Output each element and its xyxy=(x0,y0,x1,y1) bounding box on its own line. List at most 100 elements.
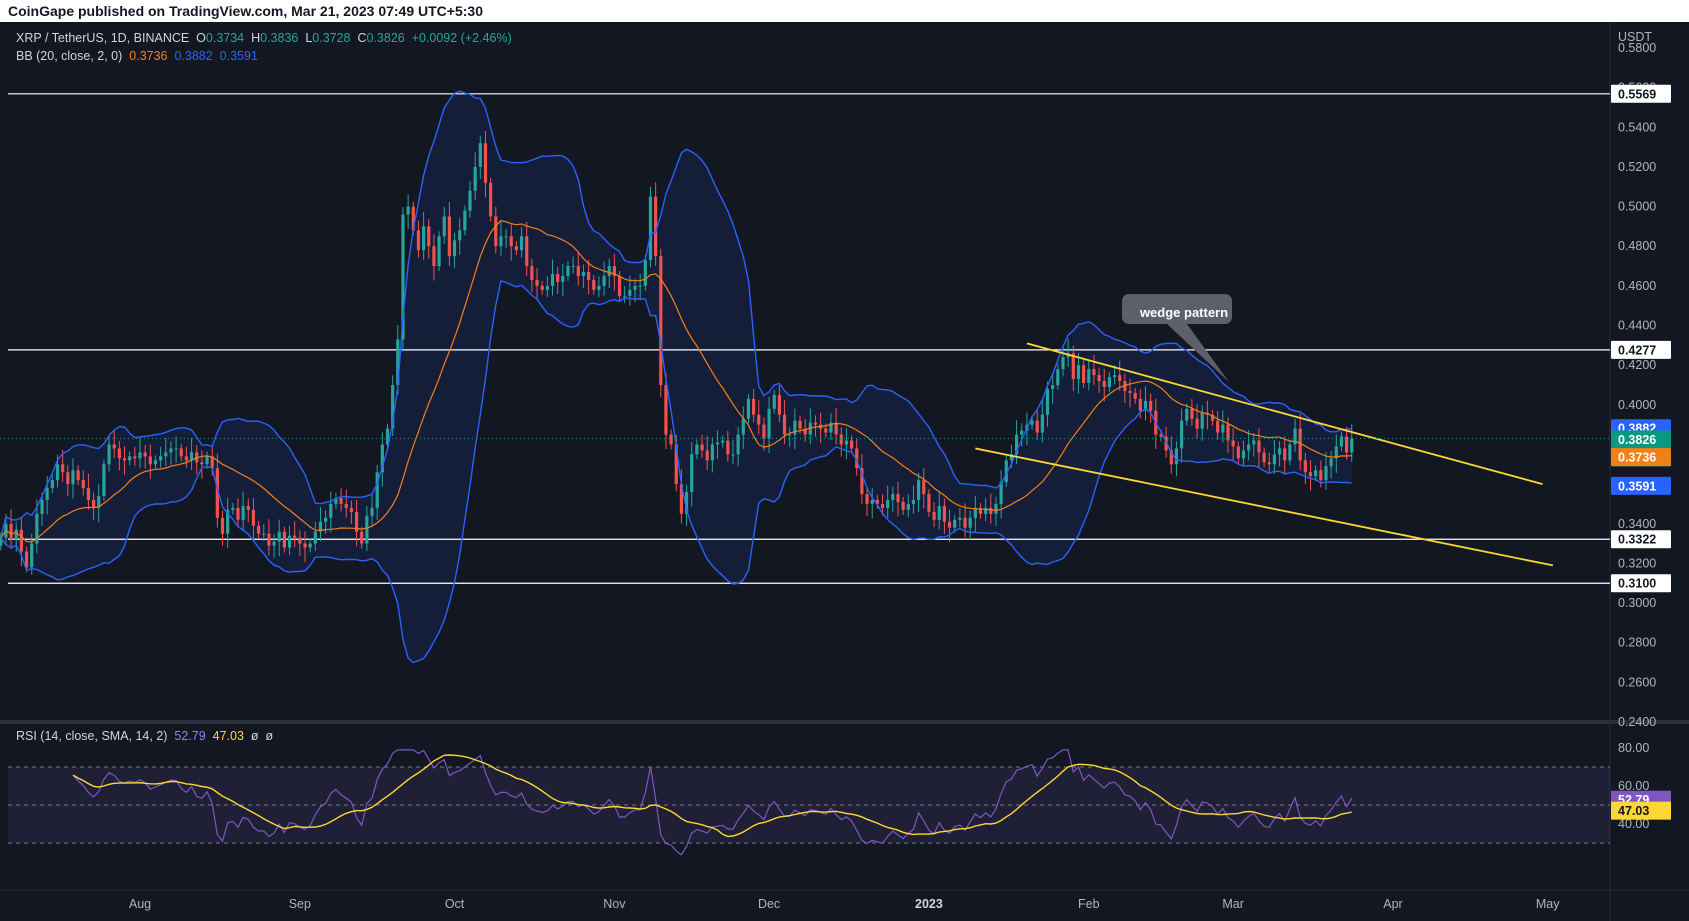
candle-body xyxy=(138,452,142,459)
candle-body xyxy=(1185,408,1189,421)
time-tick-label: Dec xyxy=(758,897,780,911)
time-tick-label: Apr xyxy=(1383,897,1402,911)
candle-body xyxy=(623,295,627,297)
candle-body xyxy=(746,398,751,419)
price-tick-label: 0.5200 xyxy=(1618,160,1656,174)
candle-body xyxy=(757,414,761,425)
candle-body xyxy=(958,517,962,520)
candle-body xyxy=(293,535,297,538)
candle-body xyxy=(927,494,931,512)
candle-body xyxy=(1200,412,1204,429)
time-tick-label: Aug xyxy=(129,897,151,911)
candle-body xyxy=(1252,440,1256,445)
candle-body xyxy=(9,523,13,540)
candle-body xyxy=(1045,388,1050,415)
candle-body xyxy=(1112,375,1117,378)
bb-lower-value: 0.3591 xyxy=(219,49,258,63)
candle-body xyxy=(432,246,436,267)
candle-body xyxy=(14,529,18,540)
candle-body xyxy=(174,448,178,450)
price-tick-label: 0.3400 xyxy=(1618,517,1656,531)
candle-body xyxy=(772,394,776,409)
candle-body xyxy=(1221,424,1225,433)
candle-body xyxy=(989,507,993,514)
candle-body xyxy=(659,256,663,385)
candle-body xyxy=(721,440,725,443)
price-tick-label: 0.4000 xyxy=(1618,398,1656,412)
main-legend: XRP / TetherUS, 1D, BINANCE O0.3734 H0.3… xyxy=(16,31,512,45)
candle-body xyxy=(736,434,740,455)
candle-body xyxy=(463,210,467,231)
chart-svg[interactable]: USDT0.58000.56000.54000.52000.50000.4800… xyxy=(0,22,1689,921)
price-tick-label: 0.2600 xyxy=(1618,675,1656,689)
price-tick-label: 0.3000 xyxy=(1618,596,1656,610)
candle-body xyxy=(1174,448,1179,465)
candle-body xyxy=(994,503,998,514)
candle-body xyxy=(906,503,910,510)
candle-body xyxy=(937,505,941,520)
candle-body xyxy=(112,444,116,449)
bb-basis-value: 0.3736 xyxy=(129,49,168,63)
price-tick-label: 0.2400 xyxy=(1618,715,1656,729)
candle-body xyxy=(1051,385,1055,389)
candle-body xyxy=(267,533,271,546)
time-tick-label: Oct xyxy=(445,897,465,911)
candle-body xyxy=(262,533,266,535)
candle-body xyxy=(256,525,261,534)
candle-body xyxy=(1257,440,1261,453)
candle-body xyxy=(200,462,204,465)
candle-body xyxy=(1035,420,1039,433)
candle-body xyxy=(911,499,916,504)
candle-body xyxy=(834,422,838,435)
time-tick-label: Sep xyxy=(289,897,311,911)
candle-body xyxy=(1138,398,1142,411)
publisher-text: CoinGape published on TradingView.com, M… xyxy=(8,3,483,19)
candle-body xyxy=(525,236,529,267)
bb-upper-value: 0.3882 xyxy=(174,49,213,63)
rsi-extra-1: ø xyxy=(250,729,259,743)
candle-body xyxy=(607,266,611,276)
candle-body xyxy=(1020,430,1024,435)
candle-body xyxy=(66,472,70,485)
bb-label[interactable]: BB (20, close, 2, 0) xyxy=(16,49,122,63)
candle-body xyxy=(107,444,111,465)
price-tick-label: 0.4800 xyxy=(1618,239,1656,253)
candle-body xyxy=(458,230,462,241)
candle-body xyxy=(1102,381,1106,387)
candle-body xyxy=(499,236,503,247)
candle-body xyxy=(947,521,952,528)
candle-body xyxy=(901,501,905,510)
candle-body xyxy=(1329,458,1333,467)
rsi-legend-value: 52.79 xyxy=(174,729,206,743)
candle-body xyxy=(1195,418,1199,429)
rsi-label[interactable]: RSI (14, close, SMA, 14, 2) xyxy=(16,729,167,743)
candle-body xyxy=(741,418,745,435)
candle-body xyxy=(917,480,921,500)
candle-body xyxy=(519,236,524,251)
level-tag: 0.5569 xyxy=(1618,87,1656,101)
level-tag: 0.4277 xyxy=(1618,343,1656,357)
candle-body xyxy=(587,272,591,280)
candle-body xyxy=(437,236,441,267)
time-tick-label: 2023 xyxy=(915,897,943,911)
candle-body xyxy=(360,531,364,544)
candle-body xyxy=(442,216,446,237)
candle-body xyxy=(726,440,730,455)
symbol-label[interactable]: XRP / TetherUS, 1D, BINANCE xyxy=(16,31,189,45)
candle-body xyxy=(489,182,493,217)
candle-body xyxy=(581,272,586,276)
chart-frame[interactable]: USDT0.58000.56000.54000.52000.50000.4800… xyxy=(0,22,1689,921)
candle-body xyxy=(1040,414,1044,433)
candle-body xyxy=(705,450,709,461)
candle-body xyxy=(102,464,106,497)
candle-body xyxy=(179,448,183,457)
time-tick-label: Mar xyxy=(1222,897,1244,911)
candle-body xyxy=(880,503,885,508)
rsi-ma-legend-value: 47.03 xyxy=(212,729,244,743)
candle-body xyxy=(1128,390,1132,393)
bb-lower-tag: 0.3591 xyxy=(1618,479,1656,493)
candle-body xyxy=(246,505,250,510)
publisher-bar: CoinGape published on TradingView.com, M… xyxy=(0,0,1689,22)
candle-body xyxy=(782,414,787,435)
candle-body xyxy=(370,507,374,516)
